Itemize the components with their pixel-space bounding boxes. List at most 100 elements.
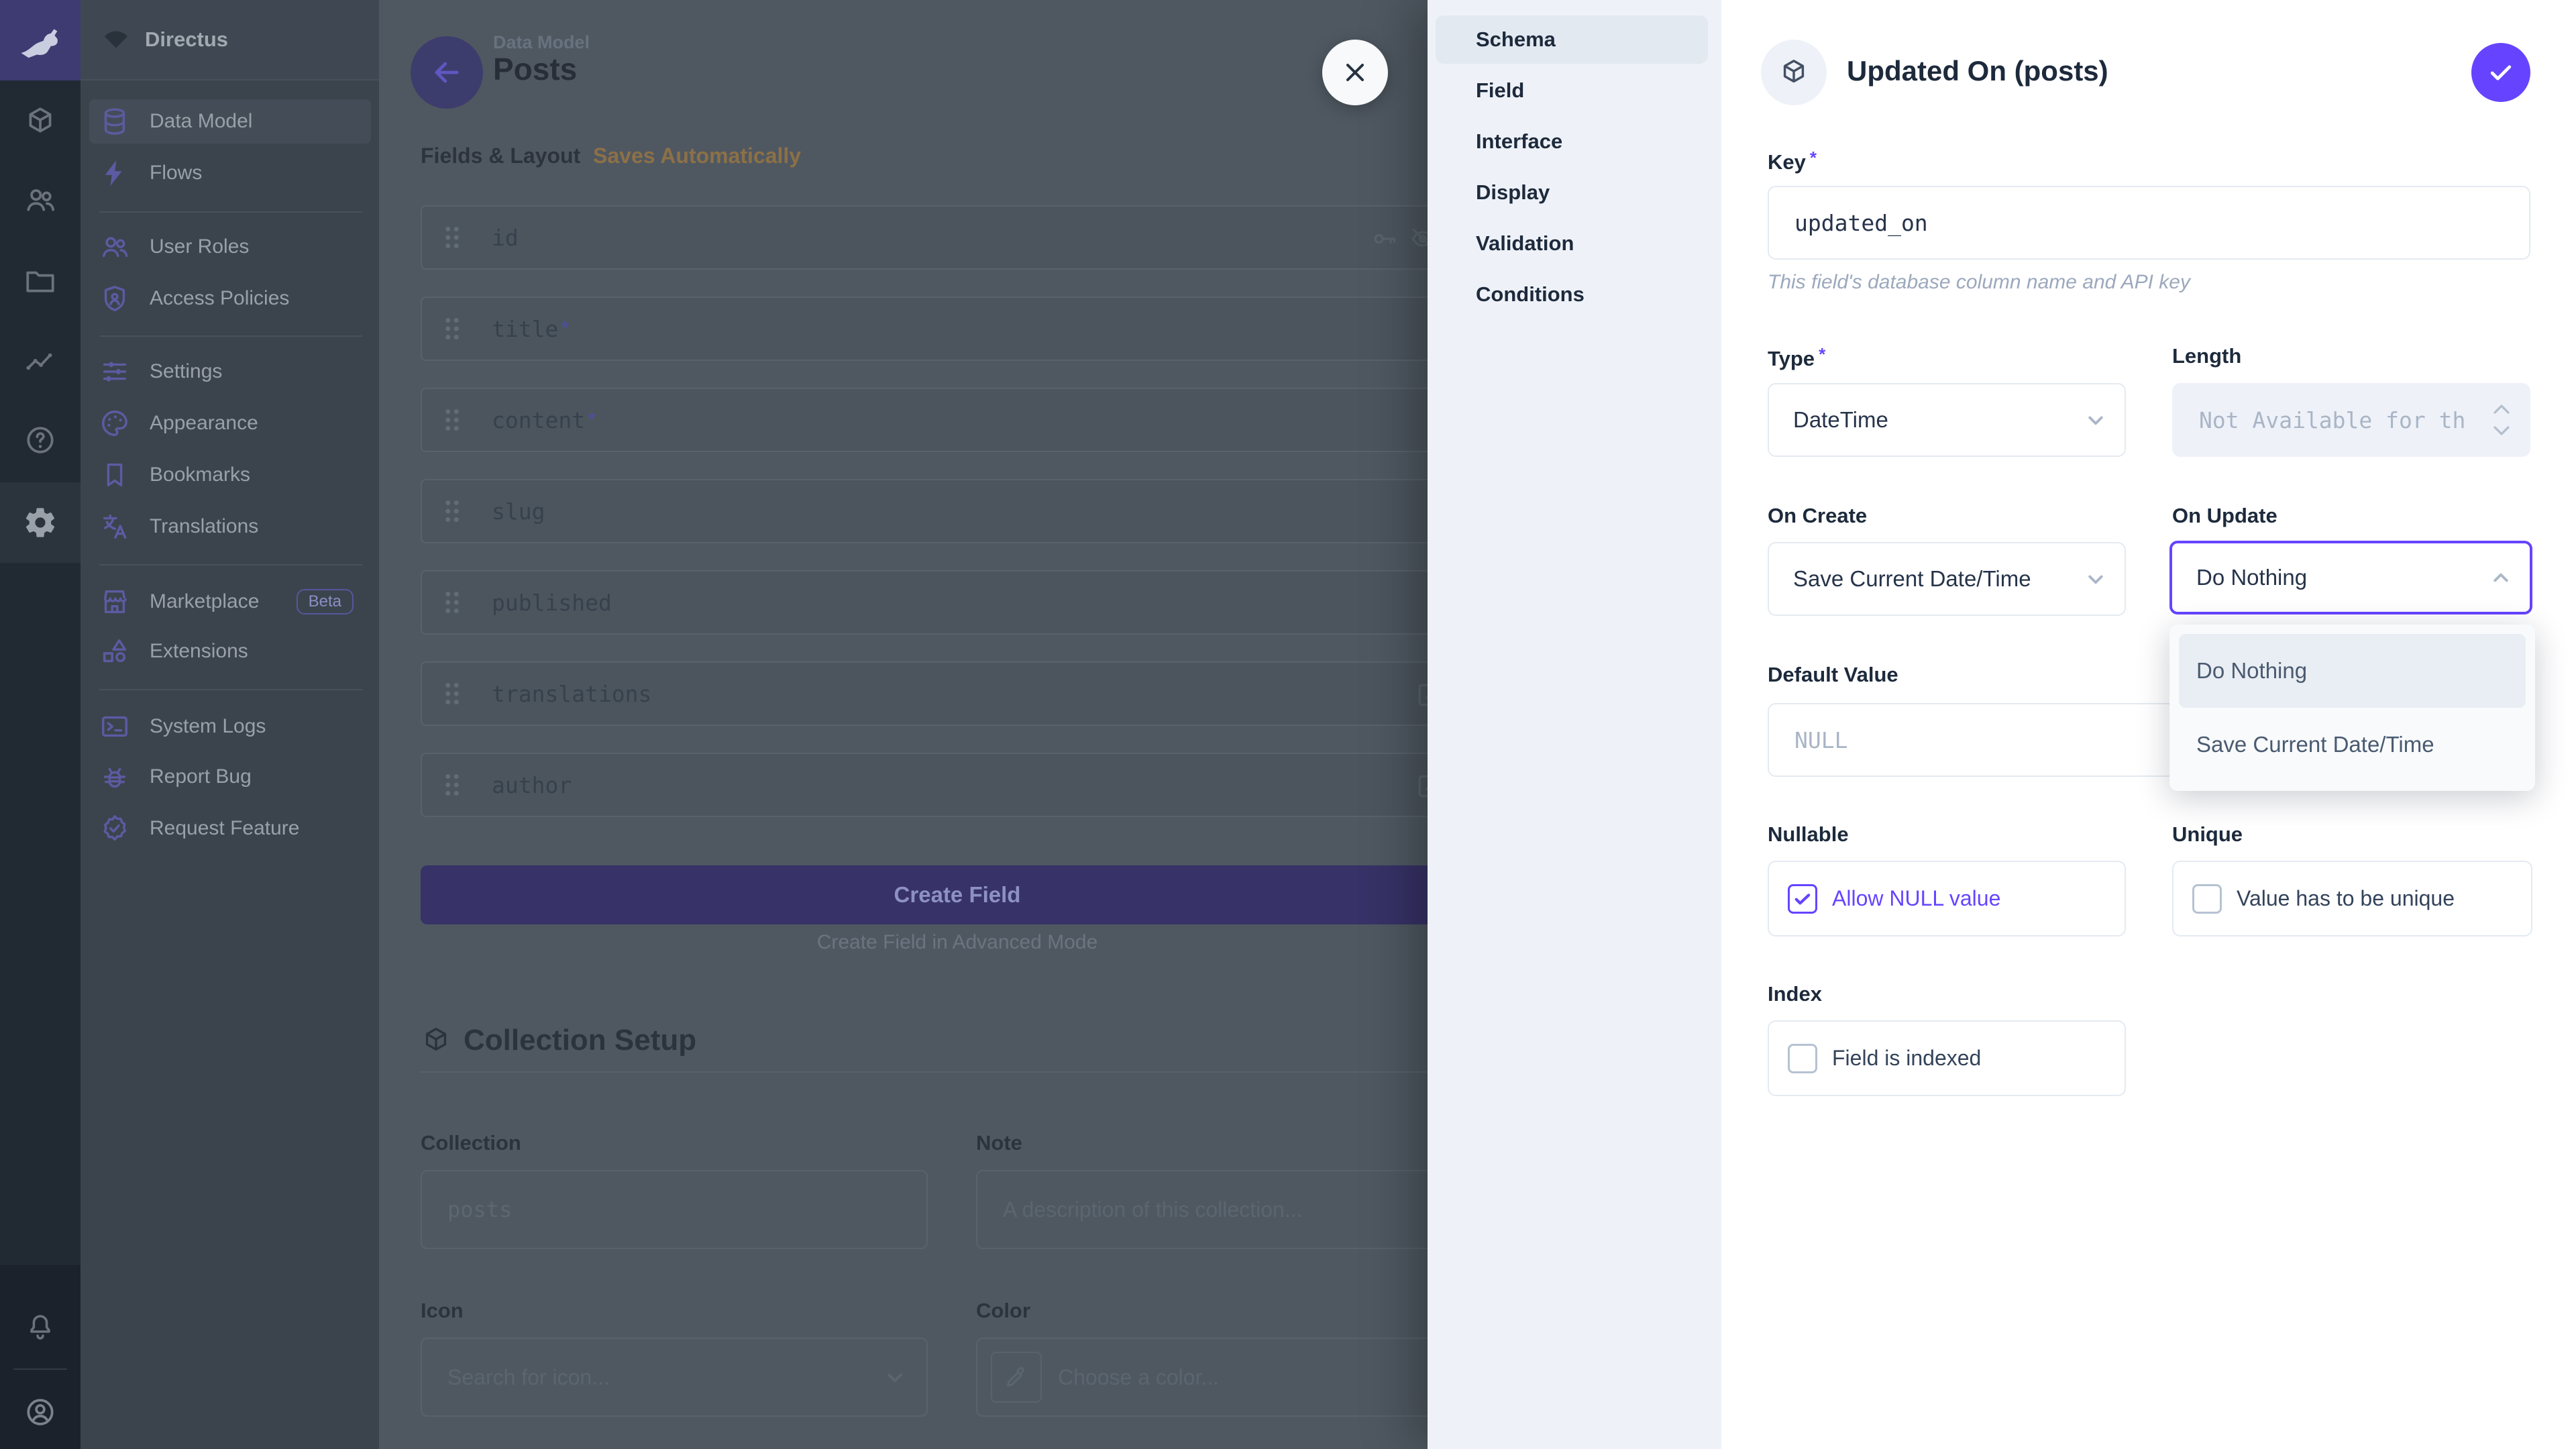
database-icon (106, 109, 124, 133)
chevron-down-icon (881, 1363, 909, 1391)
create-field-button[interactable]: Create Field (421, 865, 1494, 924)
unique-label: Unique (2172, 822, 2243, 847)
create-field-advanced-link[interactable]: Create Field in Advanced Mode (421, 931, 1494, 954)
tune-icon (105, 362, 125, 382)
close-icon (1340, 58, 1370, 87)
sidebar-item-system-logs[interactable]: System Logs (89, 704, 371, 749)
user-avatar[interactable] (0, 1375, 80, 1449)
module-bar-divider (13, 1368, 67, 1370)
field-row-id[interactable]: id (421, 205, 1494, 270)
arrow-left-icon (437, 64, 457, 81)
field-row-author[interactable]: author (421, 753, 1494, 817)
field-row-slug[interactable]: slug (421, 479, 1494, 543)
sidebar-item-translations[interactable]: Translations (89, 504, 371, 549)
project-header[interactable]: Directus (80, 0, 379, 80)
eyedropper-icon[interactable] (991, 1352, 1042, 1403)
sidebar-item-settings[interactable]: Settings (89, 350, 371, 394)
tab-interface[interactable]: Interface (1436, 117, 1708, 166)
menu-option-do-nothing[interactable]: Do Nothing (2179, 634, 2526, 708)
drag-handle-icon[interactable] (441, 403, 464, 437)
field-row-published[interactable]: published (421, 570, 1494, 635)
checkbox-unchecked-icon[interactable] (2192, 884, 2222, 914)
on-update-select[interactable]: Do Nothing (2169, 541, 2532, 614)
sidebar-item-access-policies[interactable]: Access Policies (89, 276, 371, 321)
unique-checkbox-row[interactable]: Value has to be unique (2172, 861, 2532, 936)
tab-conditions[interactable]: Conditions (1436, 270, 1708, 319)
module-files-icon[interactable] (0, 244, 80, 318)
directus-logo[interactable] (0, 0, 80, 80)
drawer-title: Updated On (posts) (1847, 55, 2108, 87)
notifications-bell-icon[interactable] (0, 1291, 80, 1364)
key-input-wrap (1768, 186, 2530, 260)
icon-search-input[interactable]: Search for icon... (421, 1338, 928, 1417)
sidebar-item-appearance[interactable]: Appearance (89, 401, 371, 445)
length-label: Length (2172, 344, 2241, 368)
nullable-label: Nullable (1768, 822, 1849, 847)
shield-user-icon (106, 287, 124, 311)
sidebar-item-extensions[interactable]: Extensions (89, 629, 371, 674)
field-row-title[interactable]: title* (421, 297, 1494, 361)
module-users-icon[interactable] (0, 163, 80, 237)
module-settings-icon[interactable] (0, 482, 80, 563)
close-drawer-button[interactable] (1322, 40, 1388, 105)
drag-handle-icon[interactable] (441, 312, 464, 345)
storefront-icon (105, 592, 126, 612)
sidebar-item-report-bug[interactable]: Report Bug (89, 755, 371, 799)
section-divider (421, 1071, 1494, 1073)
app-window: Directus Data Model Flows User Roles Acc… (0, 0, 2576, 1449)
nav-divider (99, 689, 362, 690)
chevron-down-icon (2082, 565, 2110, 593)
tab-field[interactable]: Field (1436, 66, 1708, 115)
nullable-checkbox-row[interactable]: Allow NULL value (1768, 861, 2126, 936)
checkbox-checked-icon[interactable] (1788, 884, 1817, 914)
drag-handle-icon[interactable] (441, 768, 464, 802)
number-stepper[interactable] (2490, 402, 2513, 438)
sidebar-item-request-feature[interactable]: Request Feature (89, 806, 371, 851)
tab-validation[interactable]: Validation (1436, 219, 1708, 268)
drag-handle-icon[interactable] (441, 494, 464, 528)
tab-display[interactable]: Display (1436, 168, 1708, 217)
bug-icon (105, 769, 125, 787)
module-insights-icon[interactable] (0, 325, 80, 398)
icon-label: Icon (421, 1299, 464, 1323)
project-status-icon (101, 24, 131, 55)
chevron-down-icon (2082, 406, 2110, 434)
field-row-content[interactable]: content* (421, 388, 1494, 452)
extension-icon (105, 641, 125, 661)
tab-schema[interactable]: Schema (1436, 15, 1708, 64)
color-label: Color (976, 1299, 1030, 1323)
nav-divider (99, 211, 362, 213)
color-input[interactable]: Choose a color... (976, 1338, 1494, 1417)
on-create-select[interactable]: Save Current Date/Time (1768, 542, 2126, 616)
index-label: Index (1768, 982, 1822, 1006)
nav-divider (99, 564, 362, 566)
index-checkbox-row[interactable]: Field is indexed (1768, 1020, 2126, 1096)
autosave-status: Saves Automatically (593, 144, 801, 168)
note-input[interactable]: A description of this collection... (976, 1170, 1494, 1249)
length-input-wrap (2172, 383, 2530, 457)
field-row-translations[interactable]: translations (421, 661, 1494, 726)
length-input (2198, 407, 2466, 434)
module-help-icon[interactable] (0, 403, 80, 477)
back-button[interactable] (411, 36, 483, 109)
drag-handle-icon[interactable] (441, 677, 464, 710)
menu-option-save-current[interactable]: Save Current Date/Time (2179, 708, 2526, 782)
sidebar-item-user-roles[interactable]: User Roles (89, 225, 371, 269)
key-label: Key* (1768, 148, 1817, 174)
key-note: This field's database column name and AP… (1768, 271, 2190, 294)
checkbox-unchecked-icon[interactable] (1788, 1044, 1817, 1073)
sidebar-item-marketplace[interactable]: Marketplace Beta (89, 580, 371, 624)
drag-handle-icon[interactable] (441, 586, 464, 619)
drag-handle-icon[interactable] (441, 221, 464, 254)
type-select[interactable]: DateTime (1768, 383, 2126, 457)
sidebar-item-bookmarks[interactable]: Bookmarks (89, 453, 371, 497)
collection-input[interactable]: posts (421, 1170, 928, 1249)
beta-badge: Beta (297, 589, 354, 614)
key-input[interactable] (1793, 209, 2505, 237)
module-content-icon[interactable] (0, 85, 80, 158)
terminal-icon (103, 718, 127, 736)
breadcrumb[interactable]: Data Model (493, 32, 590, 53)
sidebar-item-data-model[interactable]: Data Model (89, 99, 371, 144)
save-button[interactable] (2471, 43, 2530, 102)
sidebar-item-flows[interactable]: Flows (89, 151, 371, 195)
